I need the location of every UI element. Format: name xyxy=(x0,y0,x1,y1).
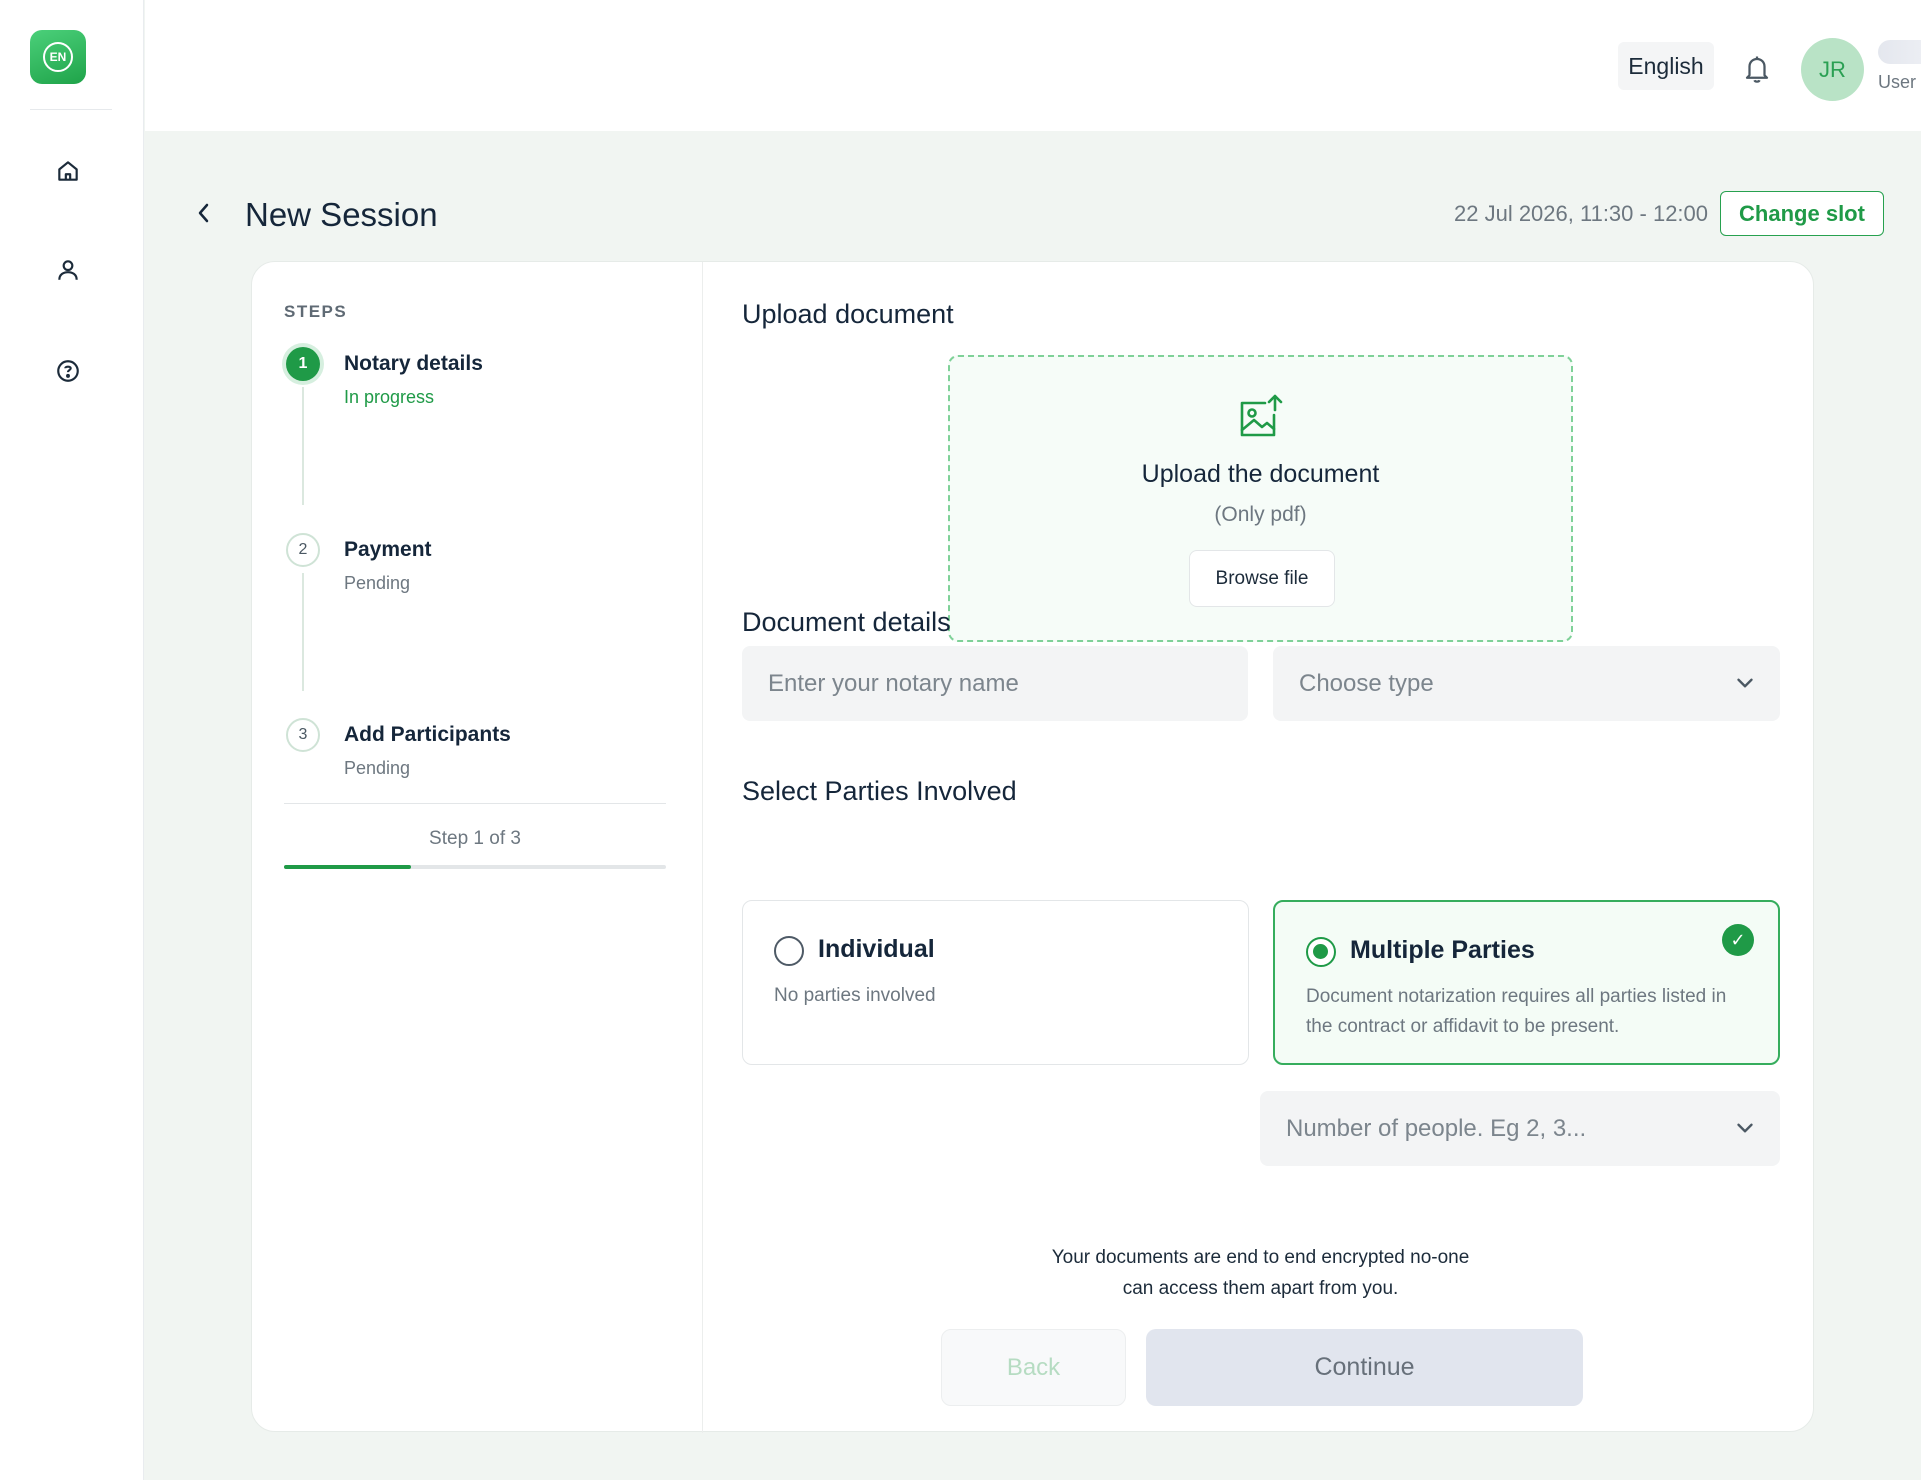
document-type-placeholder: Choose type xyxy=(1299,669,1434,697)
upload-title: Upload the document xyxy=(1141,460,1380,488)
document-type-select[interactable]: Choose type xyxy=(1273,646,1780,721)
step-progress-fill xyxy=(284,865,412,869)
sidebar: EN xyxy=(0,0,144,1480)
step-2-title[interactable]: Payment xyxy=(344,538,432,562)
avatar[interactable]: JR xyxy=(1801,38,1864,101)
user-name-blurred xyxy=(1878,40,1921,64)
session-card: STEPS 1 Notary details In progress 2 Pay… xyxy=(251,261,1814,1433)
party-option-description: Document notarization requires all parti… xyxy=(1306,986,1727,1037)
sidebar-divider xyxy=(30,109,112,110)
upload-dropzone[interactable]: Upload the document (Only pdf) Browse fi… xyxy=(948,355,1573,642)
steps-panel: STEPS 1 Notary details In progress 2 Pay… xyxy=(252,262,703,1433)
back-button[interactable]: Back xyxy=(941,1329,1126,1406)
continue-button[interactable]: Continue xyxy=(1146,1329,1583,1406)
step-connector xyxy=(302,573,304,691)
help-icon[interactable] xyxy=(52,355,84,387)
party-option-multiple[interactable]: Multiple Parties Document notarization r… xyxy=(1273,900,1780,1065)
upload-file-type-hint: (Only pdf) xyxy=(1214,503,1307,526)
step-progress-bar xyxy=(284,865,666,869)
step-connector xyxy=(302,387,304,505)
encryption-note-line-2: can access them apart from you. xyxy=(1122,1278,1399,1299)
number-of-people-select[interactable]: Number of people. Eg 2, 3... xyxy=(1260,1091,1780,1166)
party-option-individual[interactable]: Individual No parties involved xyxy=(742,900,1249,1065)
steps-heading: STEPS xyxy=(284,302,348,321)
step-3-number: 3 xyxy=(286,718,320,752)
app-logo[interactable]: EN xyxy=(30,30,86,84)
page-title: New Session xyxy=(245,196,438,233)
party-option-description: No parties involved xyxy=(774,985,936,1006)
change-slot-button[interactable]: Change slot xyxy=(1720,191,1884,236)
back-chevron-icon[interactable] xyxy=(192,198,216,228)
user-role: User xyxy=(1878,72,1917,92)
language-selector[interactable]: English xyxy=(1618,42,1714,90)
notification-bell-icon[interactable] xyxy=(1742,52,1772,86)
step-1-status: In progress xyxy=(344,387,435,407)
browse-file-button[interactable]: Browse file xyxy=(1189,550,1335,607)
encryption-note-line-1: Your documents are end to end encrypted … xyxy=(1051,1247,1470,1268)
step-3-title[interactable]: Add Participants xyxy=(344,723,511,747)
step-1-title[interactable]: Notary details xyxy=(344,352,483,376)
chevron-down-icon xyxy=(1732,1115,1758,1141)
step-progress-text: Step 1 of 3 xyxy=(429,828,521,849)
step-2-number: 2 xyxy=(286,533,320,567)
logo-text: EN xyxy=(43,42,73,72)
session-slot-time: 22 Jul 2026, 11:30 - 12:00 xyxy=(1454,201,1709,226)
encryption-note: Your documents are end to end encrypted … xyxy=(948,1242,1573,1304)
home-icon[interactable] xyxy=(52,155,84,187)
upload-section-title: Upload document xyxy=(742,299,954,329)
radio-individual[interactable] xyxy=(774,936,804,966)
notary-name-input[interactable]: Enter your notary name xyxy=(742,646,1248,721)
parties-section-title: Select Parties Involved xyxy=(742,776,1017,806)
step-2-status: Pending xyxy=(344,573,411,593)
party-option-title: Individual xyxy=(818,935,935,963)
chevron-down-icon xyxy=(1732,670,1758,696)
step-3-status: Pending xyxy=(344,758,411,778)
checkmark-icon: ✓ xyxy=(1722,924,1754,956)
party-option-title: Multiple Parties xyxy=(1350,936,1535,964)
user-icon[interactable] xyxy=(52,254,84,286)
document-details-title: Document details xyxy=(742,607,951,637)
image-upload-icon xyxy=(1237,393,1285,439)
steps-divider xyxy=(284,803,666,804)
step-1-number: 1 xyxy=(286,347,320,381)
number-of-people-placeholder: Number of people. Eg 2, 3... xyxy=(1286,1114,1587,1142)
radio-multiple-parties[interactable] xyxy=(1306,937,1336,967)
top-header: English JR User xyxy=(145,0,1921,131)
